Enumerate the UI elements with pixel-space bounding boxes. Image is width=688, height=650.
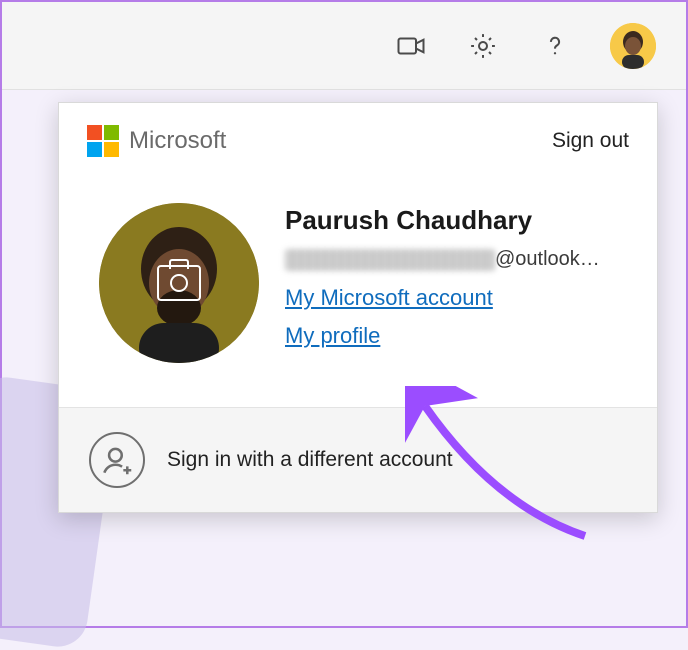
account-info: Paurush Chaudhary @outlook… My Microsoft…: [285, 203, 627, 361]
email-redacted: [285, 249, 495, 271]
toolbar-avatar[interactable]: [610, 23, 656, 69]
sign-out-link[interactable]: Sign out: [552, 129, 629, 153]
app-toolbar: [2, 2, 686, 90]
my-profile-link[interactable]: My profile: [285, 323, 380, 349]
help-icon[interactable]: [538, 29, 572, 63]
popover-header: Microsoft Sign out: [59, 103, 657, 175]
profile-avatar-container: [99, 203, 259, 363]
gear-icon[interactable]: [466, 29, 500, 63]
email-domain: @outlook…: [495, 248, 600, 271]
add-person-icon: [89, 432, 145, 488]
change-photo-camera-icon[interactable]: [157, 265, 201, 301]
microsoft-brand: Microsoft: [87, 125, 226, 157]
brand-text: Microsoft: [129, 127, 226, 155]
add-account-label: Sign in with a different account: [167, 448, 453, 472]
my-microsoft-account-link[interactable]: My Microsoft account: [285, 285, 493, 311]
display-name: Paurush Chaudhary: [285, 205, 627, 236]
meeting-icon[interactable]: [394, 29, 428, 63]
account-popover: Microsoft Sign out Paurush Chaudhary: [58, 102, 658, 513]
microsoft-logo-icon: [87, 125, 119, 157]
account-links: My Microsoft account My profile: [285, 285, 627, 361]
popover-body: Paurush Chaudhary @outlook… My Microsoft…: [59, 175, 657, 407]
add-account-row[interactable]: Sign in with a different account: [59, 407, 657, 512]
account-email: @outlook…: [285, 248, 627, 271]
